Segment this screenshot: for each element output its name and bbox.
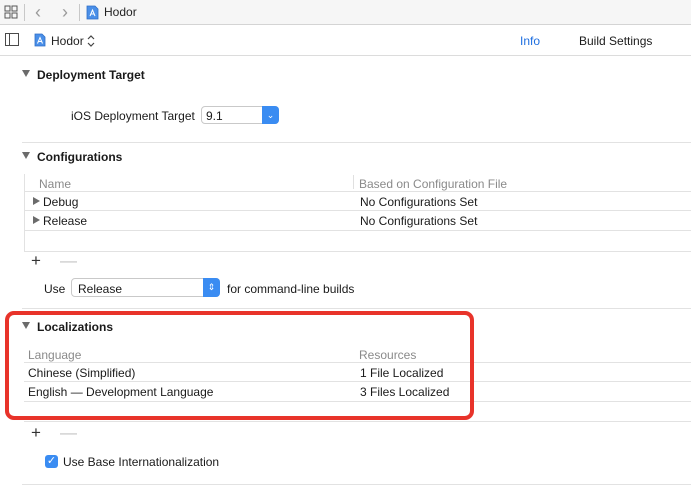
project-file-icon <box>34 33 46 47</box>
disclosure-right-icon[interactable] <box>33 197 40 205</box>
chevron-updown-icon[interactable] <box>87 35 95 47</box>
tab-build-settings[interactable]: Build Settings <box>579 34 652 48</box>
column-header-based-on[interactable]: Based on Configuration File <box>359 177 507 191</box>
divider <box>24 251 691 252</box>
base-internationalization-checkbox[interactable]: ✓ <box>45 455 58 468</box>
divider <box>22 308 691 309</box>
divider <box>22 484 691 485</box>
use-label: Use <box>44 282 66 296</box>
section-title: Deployment Target <box>37 68 145 82</box>
column-divider[interactable] <box>353 175 354 189</box>
deployment-target-label: iOS Deployment Target <box>71 109 195 123</box>
add-localization-button[interactable]: + <box>31 424 41 441</box>
section-title: Configurations <box>37 150 123 164</box>
chevron-left-icon[interactable]: ‹ <box>35 2 41 22</box>
deployment-target-value: 9.1 <box>206 109 223 123</box>
command-line-config-popup[interactable]: Release ⇕ <box>71 278 220 297</box>
grid-icon[interactable] <box>4 5 18 19</box>
section-configurations[interactable]: Configurations <box>22 150 122 164</box>
divider <box>22 142 691 143</box>
disclosure-right-icon[interactable] <box>33 216 40 224</box>
disclosure-down-icon[interactable] <box>22 152 30 159</box>
config-file: No Configurations Set <box>360 195 478 209</box>
project-file-icon <box>86 5 99 20</box>
divider <box>79 4 80 21</box>
project-selector[interactable]: Hodor <box>51 34 84 48</box>
divider <box>24 421 691 422</box>
tab-info[interactable]: Info <box>520 34 540 48</box>
config-name: Debug <box>43 195 79 209</box>
config-name: Release <box>43 214 88 228</box>
divider <box>24 210 691 211</box>
divider <box>24 230 691 231</box>
editor-tab-bar: Hodor Info Build Settings <box>0 25 691 56</box>
section-deployment-target[interactable]: Deployment Target <box>22 68 145 82</box>
chevron-down-icon: ⌄ <box>262 106 279 124</box>
remove-configuration-button[interactable]: — <box>60 252 77 269</box>
deployment-target-popup[interactable]: 9.1 ⌄ <box>201 106 279 124</box>
chevron-updown-icon: ⇕ <box>203 278 220 297</box>
base-internationalization-label[interactable]: Use Base Internationalization <box>63 455 219 469</box>
disclosure-down-icon[interactable] <box>22 70 30 77</box>
remove-localization-button[interactable]: — <box>60 424 77 441</box>
table-border <box>24 174 25 252</box>
divider <box>24 191 691 192</box>
divider <box>24 4 25 21</box>
column-header-name[interactable]: Name <box>39 177 71 191</box>
command-line-suffix: for command-line builds <box>227 282 355 296</box>
jump-bar: ‹ › Hodor <box>0 0 691 25</box>
add-configuration-button[interactable]: + <box>31 252 41 269</box>
checkmark-icon: ✓ <box>46 455 57 467</box>
jumpbar-title[interactable]: Hodor <box>104 5 137 19</box>
chevron-right-icon[interactable]: › <box>62 2 68 22</box>
config-file: No Configurations Set <box>360 214 478 228</box>
highlight-box <box>5 311 474 420</box>
sidebar-toggle-icon[interactable] <box>5 33 19 46</box>
command-line-config-value: Release <box>78 282 123 296</box>
